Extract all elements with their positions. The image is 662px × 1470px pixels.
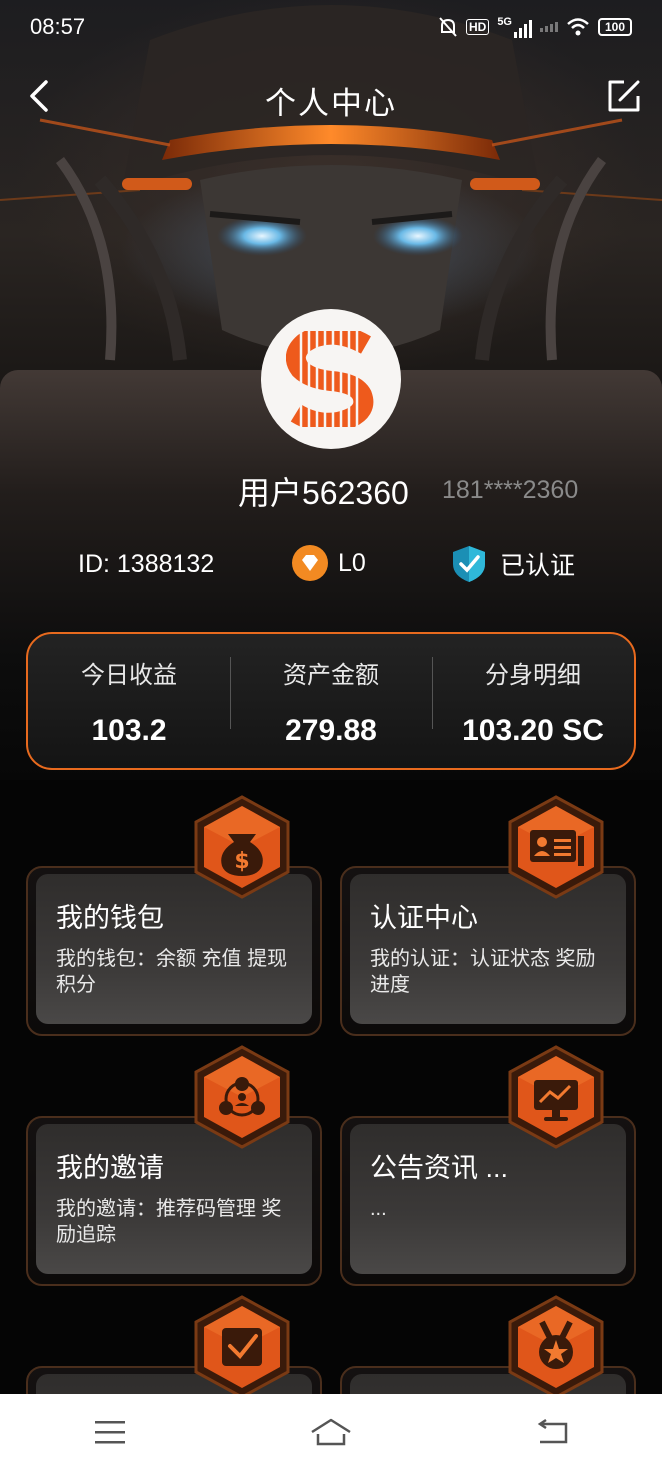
mute-bell-icon	[439, 17, 457, 37]
verified-badge[interactable]: 已认证	[450, 544, 575, 584]
phone-number: 181****2360	[442, 476, 579, 504]
menu-card-announcements[interactable]: 公告资讯 ... ...	[340, 1044, 636, 1286]
nav-back-button[interactable]	[522, 1410, 582, 1454]
menu-card-invite[interactable]: 我的邀请 我的邀请：推荐码管理 奖励追踪	[26, 1044, 322, 1286]
s-logo-icon	[286, 331, 374, 427]
edit-button[interactable]	[604, 76, 644, 116]
diamond-shape	[302, 555, 318, 571]
menu-icon	[95, 1421, 126, 1444]
stat-assets[interactable]: 资产金额 279.88	[230, 655, 432, 748]
stat-label: 今日收益	[81, 661, 177, 689]
nav-home-button[interactable]	[301, 1410, 361, 1454]
stat-clone-details[interactable]: 分身明细 103.20 SC	[432, 655, 634, 748]
card-desc: ...	[370, 1198, 387, 1220]
status-time: 08:57	[30, 14, 86, 39]
card-desc: 我的邀请：推荐码管理 奖励追踪	[56, 1198, 282, 1246]
presentation-icon	[508, 1045, 604, 1149]
stat-value: 103.20 SC	[462, 713, 604, 747]
svg-text:$: $	[234, 849, 249, 874]
system-nav-bar	[0, 1394, 662, 1470]
medal-icon	[508, 1295, 604, 1394]
stat-label: 资产金额	[283, 661, 379, 689]
page-title: 个人中心	[265, 86, 397, 121]
shield-check-icon	[453, 546, 485, 582]
status-bar: 08:57 HD 5G 100	[0, 0, 662, 54]
header: 个人中心	[0, 62, 662, 132]
stat-value: 279.88	[285, 713, 377, 747]
battery-icon: 100	[598, 18, 632, 36]
user-id: ID: 1388132	[78, 550, 215, 578]
home-icon	[311, 1418, 351, 1446]
verified-text: 已认证	[500, 552, 576, 580]
stats-card: 今日收益 103.2 资产金额 279.88 分身明细 103.20 SC	[26, 632, 636, 770]
edit-icon	[608, 80, 640, 112]
diamond-icon	[292, 545, 328, 581]
level-badge[interactable]: L0	[292, 545, 366, 581]
money-bag-icon: $	[194, 795, 290, 899]
menu-grid: 我的钱包 我的钱包：余额 充值 提现 积分 $ 认证中心 我的认证：认证状态 奖…	[0, 790, 662, 1394]
status-icons: HD 5G 100	[438, 16, 632, 38]
card-title: 认证中心	[370, 903, 478, 933]
network-icon	[194, 1045, 290, 1149]
signal-5g-label: 5G	[497, 16, 512, 28]
stat-value: 103.2	[91, 713, 167, 747]
stat-label: 分身明细	[485, 661, 581, 689]
hd-icon: HD	[465, 19, 490, 35]
menu-card-rewards[interactable]	[340, 1294, 636, 1394]
checkbox-icon	[194, 1295, 290, 1394]
menu-card-tasks[interactable]	[26, 1294, 322, 1394]
level-text: L0	[338, 548, 366, 577]
card-desc: 我的钱包：余额 充值 提现 积分	[56, 948, 288, 996]
info-row: ID: 1388132 L0 已认证	[0, 542, 662, 588]
menu-card-wallet[interactable]: 我的钱包 我的钱包：余额 充值 提现 积分 $	[26, 794, 322, 1036]
card-desc: 我的认证：认证状态 奖励进度	[370, 948, 596, 996]
card-title: 公告资讯 ...	[370, 1153, 509, 1183]
wifi-icon	[567, 18, 589, 36]
card-title: 我的钱包	[56, 903, 164, 933]
signal-bars-icon	[540, 22, 558, 32]
signal-5g-icon: 5G	[497, 16, 532, 38]
id-card-icon	[508, 795, 604, 899]
name-row: 用户562360 181****2360	[0, 466, 662, 514]
stat-today-earnings[interactable]: 今日收益 103.2	[28, 655, 230, 748]
avatar[interactable]	[261, 309, 401, 449]
nav-menu-button[interactable]	[80, 1410, 140, 1454]
back-icon	[537, 1418, 567, 1444]
username: 用户562360	[238, 475, 409, 511]
card-title: 我的邀请	[56, 1153, 164, 1183]
menu-card-certification[interactable]: 认证中心 我的认证：认证状态 奖励进度	[340, 794, 636, 1036]
